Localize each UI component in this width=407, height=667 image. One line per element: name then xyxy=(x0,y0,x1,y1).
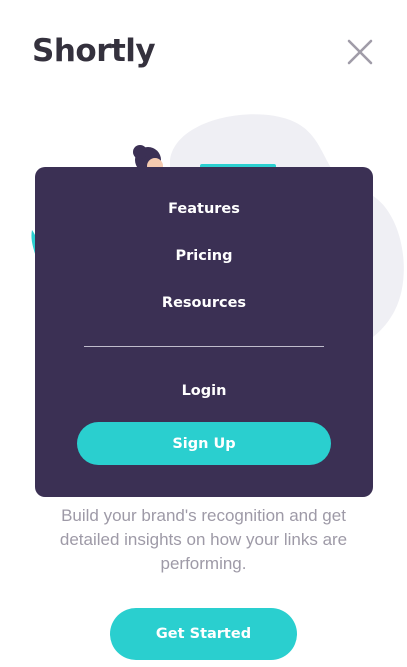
close-icon xyxy=(347,39,373,65)
close-button[interactable] xyxy=(345,38,375,68)
menu-item-resources[interactable]: Resources xyxy=(35,295,373,311)
logo[interactable]: Shortly xyxy=(32,33,156,69)
header: Shortly xyxy=(0,0,407,100)
mobile-menu: Features Pricing Resources Login Sign Up xyxy=(35,167,373,497)
login-link[interactable]: Login xyxy=(35,383,373,399)
get-started-button[interactable]: Get Started xyxy=(110,608,297,660)
menu-divider xyxy=(84,346,324,347)
tagline: Build your brand's recognition and get d… xyxy=(59,506,348,573)
menu-item-features[interactable]: Features xyxy=(35,201,373,217)
signup-button[interactable]: Sign Up xyxy=(77,422,331,465)
menu-item-pricing[interactable]: Pricing xyxy=(35,248,373,264)
